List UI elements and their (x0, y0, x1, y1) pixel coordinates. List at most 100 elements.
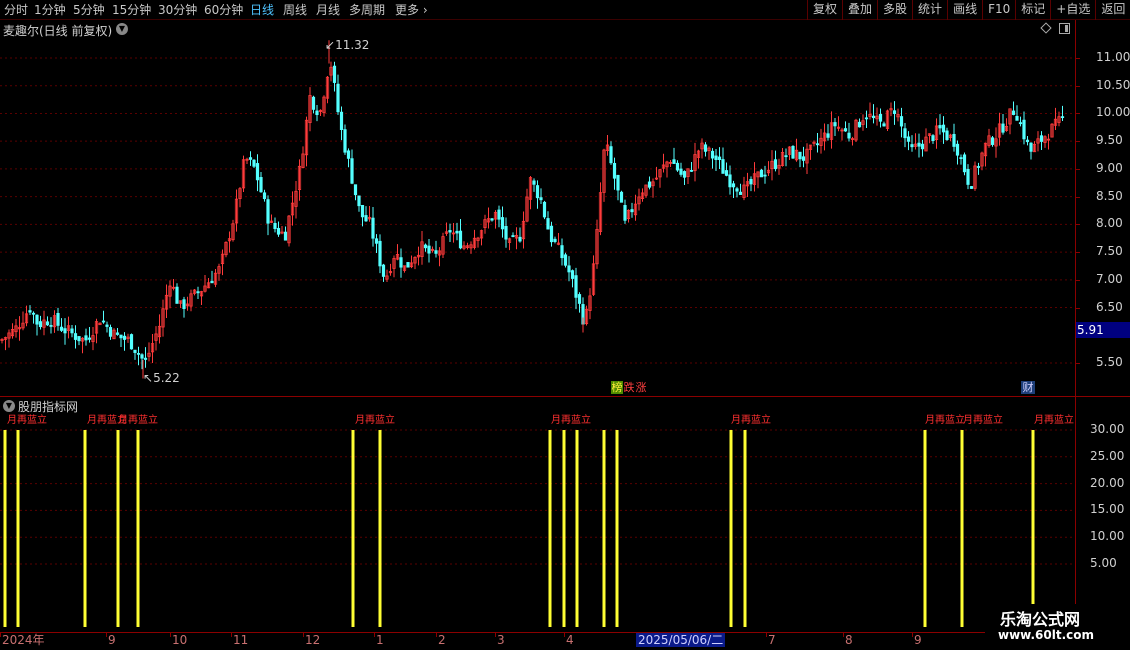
period-tab-10[interactable]: 更多 › (395, 2, 428, 18)
candle-body (801, 156, 806, 161)
current-price-marker: 5.91 (1075, 322, 1130, 338)
indicator-tick-label: 25.00 (1090, 448, 1125, 463)
toolbar-button-6[interactable]: 标记 (1015, 0, 1050, 20)
signal-label: 月再蓝立 (731, 413, 771, 426)
candle-body (910, 144, 914, 148)
chevron-down-icon[interactable]: ▼ (116, 23, 128, 35)
date-tick (564, 633, 565, 637)
diamond-icon[interactable] (1040, 22, 1052, 34)
candle-body (357, 195, 361, 207)
candle-body (129, 334, 134, 350)
chevron-down-icon[interactable]: ▼ (3, 400, 15, 412)
candle-body (749, 178, 753, 185)
candle-body (773, 159, 778, 170)
candle-body (798, 151, 802, 160)
finance-badge[interactable]: 财 (1021, 381, 1035, 394)
candle-body (966, 168, 970, 185)
toolbar-button-1[interactable]: 叠加 (842, 0, 877, 20)
price-tick-label: 7.50 (1096, 244, 1123, 259)
candle-body (122, 335, 127, 340)
candle-body (892, 110, 897, 114)
candle-body (738, 191, 743, 195)
candle-body (1015, 115, 1019, 121)
period-tab-4[interactable]: 30分钟 (158, 2, 197, 18)
price-tick-label: 7.00 (1096, 271, 1123, 286)
candle-body (423, 244, 428, 249)
candle-body (1029, 142, 1033, 152)
rise-badge[interactable]: 跌 (623, 381, 635, 394)
candle-body (906, 136, 911, 142)
candle-body (63, 328, 67, 334)
candle-body (1001, 123, 1005, 133)
candle-body (703, 144, 708, 152)
candle-body (759, 169, 764, 178)
rank-badge[interactable]: 榜 (611, 381, 623, 394)
candle-body (315, 110, 319, 116)
rise-badge-2[interactable]: 涨 (635, 381, 647, 394)
signal-bar (960, 430, 964, 627)
signal-bar (3, 430, 7, 627)
candle-body (73, 333, 78, 340)
watermark: 乐淘公式网 www.60lt.com (985, 604, 1130, 650)
period-tab-3[interactable]: 15分钟 (112, 2, 151, 18)
candle-body (311, 96, 316, 110)
date-label: 9 (108, 633, 116, 647)
signal-bar (136, 430, 140, 627)
candle-body (784, 155, 788, 158)
candle-body (133, 349, 137, 353)
candle-body (532, 180, 536, 185)
high-price-label: ↙11.32 (325, 38, 370, 52)
indicator-chart[interactable]: 月再蓝立 月再蓝立月再蓝立 月再蓝立 月再蓝立 月再蓝立 月再蓝立月再蓝立 月再蓝立 (0, 413, 1075, 632)
candle-body (490, 218, 494, 221)
candle-body (612, 162, 617, 179)
period-tab-0[interactable]: 分时 (4, 2, 28, 18)
candle-body (518, 236, 522, 242)
period-tab-6[interactable]: 日线 (250, 2, 274, 18)
period-tab-9[interactable]: 多周期 (349, 2, 385, 18)
date-tick (231, 633, 232, 637)
date-label: 2024年 (2, 633, 45, 647)
date-label: 3 (497, 633, 505, 647)
toolbar-button-2[interactable]: 多股 (877, 0, 912, 20)
period-tab-8[interactable]: 月线 (316, 2, 340, 18)
toolbar-button-3[interactable]: 统计 (912, 0, 947, 20)
candle-body (549, 225, 554, 243)
candle-body (539, 197, 543, 201)
date-label: 12 (305, 633, 321, 647)
toolbar-button-0[interactable]: 复权 (807, 0, 842, 20)
candle-body (672, 159, 676, 164)
candle-body (721, 159, 725, 174)
period-tab-1[interactable]: 1分钟 (34, 2, 66, 18)
date-label: 7 (768, 633, 776, 647)
toolbar-button-7[interactable]: +自选 (1050, 0, 1095, 20)
candle-body (931, 135, 935, 142)
signal-bar (351, 430, 355, 627)
candle-body (59, 326, 64, 331)
candle-body (899, 116, 904, 127)
candle-body (266, 199, 270, 224)
candle-body (84, 335, 88, 341)
candle-body (336, 83, 340, 113)
period-tab-2[interactable]: 5分钟 (73, 2, 105, 18)
toolbar-button-5[interactable]: F10 (982, 0, 1015, 20)
candle-body (570, 270, 575, 279)
date-tick (912, 633, 913, 637)
candle-body (273, 222, 277, 229)
toolbar-button-4[interactable]: 画线 (947, 0, 982, 20)
candle-body (381, 264, 386, 277)
candle-body (903, 128, 907, 139)
period-tab-5[interactable]: 60分钟 (204, 2, 243, 18)
watermark-logo: 乐淘公式网 (1000, 610, 1081, 629)
candlestick-chart[interactable] (0, 38, 1075, 396)
signal-label: 月再蓝立 (925, 413, 965, 426)
candle-body (560, 245, 564, 259)
period-tab-7[interactable]: 周线 (283, 2, 307, 18)
signal-bar (116, 430, 120, 627)
toolbar-button-8[interactable]: 返回 (1095, 0, 1130, 20)
candle-body (38, 321, 43, 328)
candle-body (878, 113, 883, 122)
candle-body (679, 168, 683, 175)
candle-body (346, 150, 351, 159)
candle-body (252, 159, 256, 167)
window-toggle-icon[interactable] (1059, 23, 1070, 34)
